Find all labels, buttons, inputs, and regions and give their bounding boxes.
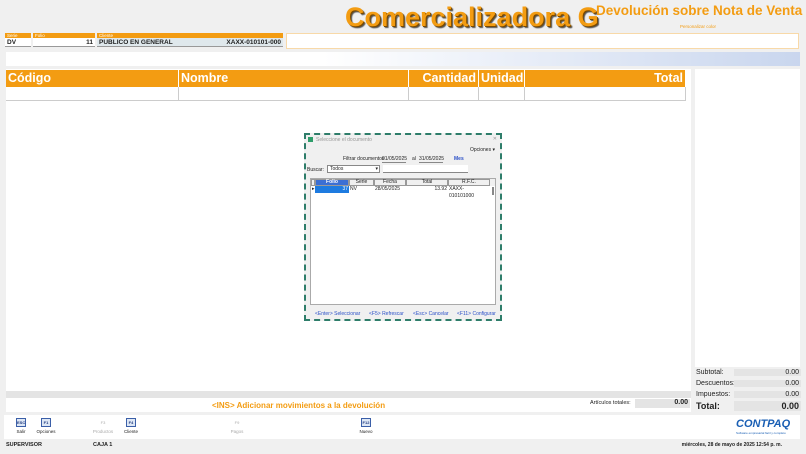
options-button[interactable]: Opciones ▾ bbox=[470, 147, 495, 153]
impuestos-label: Impuestos: bbox=[696, 391, 731, 398]
f1-key-icon: F1 bbox=[41, 418, 51, 427]
col-rfc[interactable]: R.F.C. bbox=[448, 179, 490, 186]
descuentos-label: Descuentos: bbox=[696, 380, 735, 387]
total-cell: 13.92 bbox=[434, 186, 447, 192]
filter-label: Filtrar documentos bbox=[343, 156, 385, 162]
articulos-label: Artículos totales: bbox=[590, 400, 631, 406]
subtotal-label: Subtotal: bbox=[696, 369, 724, 376]
table-header: Código Nombre Cantidad Unidad Total bbox=[6, 70, 686, 87]
f12-key-icon: F12 bbox=[361, 418, 371, 427]
subtotal-value: 0.00 bbox=[734, 369, 801, 376]
col-unidad: Unidad bbox=[481, 70, 525, 87]
opciones-button[interactable]: F1 Opciones bbox=[31, 418, 61, 434]
cliente-label: Cliente bbox=[123, 429, 138, 434]
articulos-value: 0.00 bbox=[635, 399, 690, 408]
status-user: SUPERVISOR bbox=[6, 442, 42, 448]
serie-value: DV bbox=[5, 38, 31, 47]
nuevo-label: Nuevo bbox=[359, 429, 373, 434]
info-box bbox=[286, 33, 799, 49]
descuentos-value: 0.00 bbox=[734, 380, 801, 387]
col-serie[interactable]: Serie bbox=[349, 179, 374, 186]
impuestos-value: 0.00 bbox=[734, 391, 801, 398]
search-input[interactable] bbox=[383, 165, 468, 173]
ins-hint: <INS> Adicionar movimientos a la devoluc… bbox=[212, 401, 386, 410]
cliente-field[interactable]: Cliente PUBLICO EN GENERAL XAXX-010101-00… bbox=[97, 33, 283, 47]
serie-field[interactable]: Serie DV bbox=[5, 33, 31, 47]
close-icon[interactable]: ✕ bbox=[493, 136, 497, 142]
total-label: Total: bbox=[696, 401, 720, 411]
folio-value: 11 bbox=[33, 38, 95, 47]
pagos-label: Pagos bbox=[230, 429, 244, 434]
folio-cell: 37 bbox=[315, 186, 349, 193]
document-title: Devolución sobre Nota de Venta bbox=[596, 3, 803, 18]
mes-link[interactable]: Mes bbox=[454, 156, 464, 162]
fecha-cell: 28/05/2025 bbox=[375, 186, 401, 192]
date-to-input[interactable]: 31/05/2025 bbox=[419, 156, 444, 163]
company-name: Comercializadora G bbox=[345, 2, 599, 32]
status-caja: CAJA 1 bbox=[93, 442, 113, 448]
col-fecha[interactable]: Fecha bbox=[374, 179, 406, 186]
chevron-down-icon: ▾ bbox=[375, 166, 378, 172]
esc-key-icon: ESC bbox=[16, 418, 26, 427]
folio-field[interactable]: Folio 11 bbox=[33, 33, 95, 47]
refresh-button[interactable]: <F5> Refrescar bbox=[369, 311, 404, 317]
date-from-input[interactable]: 01/05/2025 bbox=[382, 156, 407, 163]
info-bar bbox=[6, 52, 800, 66]
al-label: al bbox=[412, 156, 416, 162]
col-nombre: Nombre bbox=[179, 70, 409, 87]
productos-button[interactable]: F3 Productos bbox=[88, 418, 118, 434]
col-total: Total bbox=[525, 70, 686, 87]
search-type-value: Todos bbox=[330, 166, 344, 172]
configure-button[interactable]: <F11> Configurar bbox=[457, 311, 496, 317]
contpaq-tagline: Software empresarial fácil y completo bbox=[736, 431, 786, 435]
customize-color-link[interactable]: Personalizar color bbox=[680, 24, 716, 29]
grid-footer bbox=[6, 391, 691, 398]
table-row[interactable]: ▸ 37 NV 28/05/2025 13.92 XAXX-010101000 bbox=[311, 186, 495, 199]
rfc-cell: XAXX-010101000 bbox=[449, 186, 475, 199]
f4-key-icon: F4 bbox=[126, 418, 136, 427]
col-folio[interactable]: Folio bbox=[315, 179, 349, 186]
search-label: Buscar: bbox=[307, 167, 324, 173]
cliente-value: PUBLICO EN GENERAL bbox=[99, 39, 173, 46]
productos-label: Productos bbox=[92, 429, 114, 434]
f3-key-icon: F3 bbox=[100, 420, 106, 425]
col-cantidad: Cantidad bbox=[409, 70, 479, 87]
app-icon bbox=[308, 137, 313, 142]
col-total[interactable]: Total bbox=[406, 179, 448, 186]
serie-cell: NV bbox=[350, 186, 357, 192]
nuevo-button[interactable]: F12 Nuevo bbox=[351, 418, 381, 434]
contpaq-logo: CONTPAQ bbox=[736, 418, 791, 430]
right-panel bbox=[695, 69, 800, 367]
select-document-dialog: Seleccione el documento ✕ Opciones ▾ Fil… bbox=[304, 133, 502, 321]
rfc-value: XAXX-010101-000 bbox=[226, 39, 281, 46]
col-codigo: Código bbox=[6, 70, 179, 87]
documents-grid: Folio Serie Fecha Total R.F.C. ▸ 37 NV 2… bbox=[310, 178, 496, 305]
enter-select-button[interactable]: <Enter> Seleccionar bbox=[315, 311, 360, 317]
opciones-label: Opciones bbox=[36, 429, 56, 434]
search-type-select[interactable]: Todos ▾ bbox=[327, 165, 380, 173]
table-row[interactable] bbox=[6, 87, 686, 101]
scrollbar[interactable] bbox=[492, 187, 494, 195]
status-datetime: miércoles, 28 de mayo de 2025 12:54 p. m… bbox=[681, 442, 782, 448]
cliente-button[interactable]: F4 Cliente bbox=[116, 418, 146, 434]
total-value: 0.00 bbox=[734, 401, 801, 411]
f9-key-icon: F9 bbox=[234, 420, 240, 425]
pagos-button[interactable]: F9 Pagos bbox=[222, 418, 252, 434]
dialog-title: Seleccione el documento bbox=[316, 137, 372, 143]
cancel-button[interactable]: <Esc> Cancelar bbox=[413, 311, 449, 317]
